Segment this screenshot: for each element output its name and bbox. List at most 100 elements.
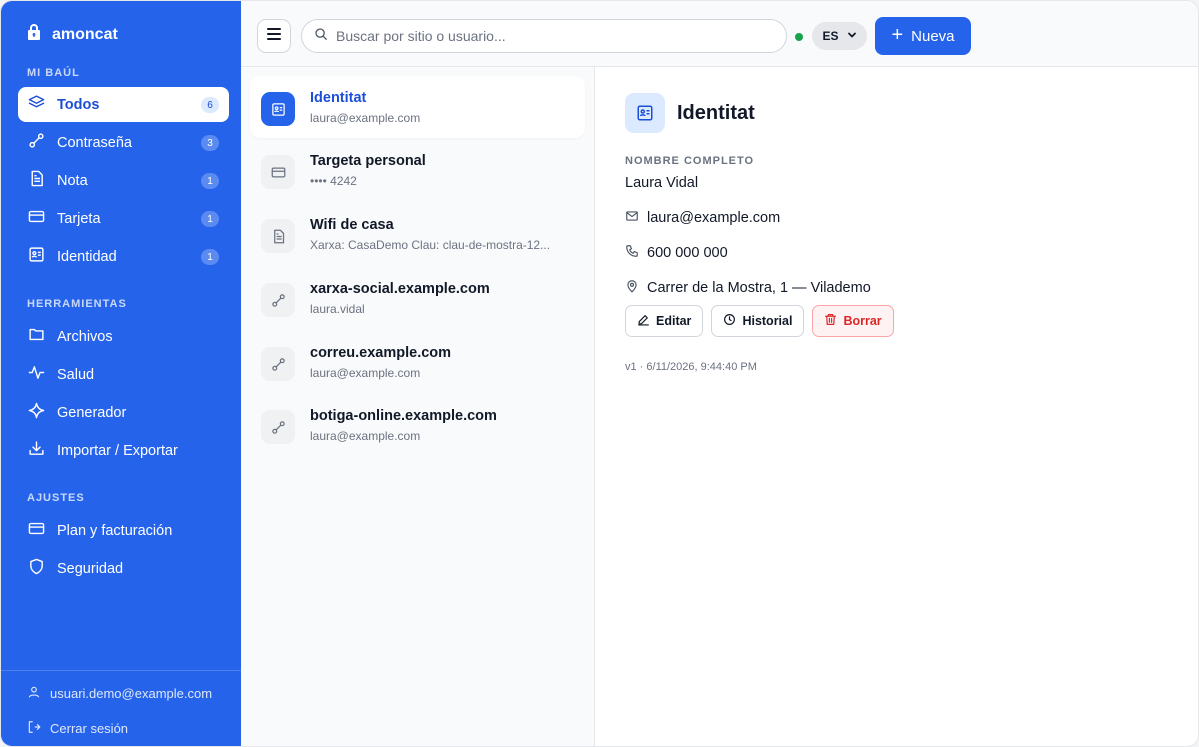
item-title: xarxa-social.example.com — [310, 281, 490, 297]
id-card-icon — [261, 92, 295, 126]
hamburger-icon — [267, 27, 281, 45]
edit-button[interactable]: Editar — [625, 305, 704, 337]
edit-label: Editar — [656, 314, 692, 328]
item-title: Targeta personal — [310, 153, 426, 169]
delete-label: Borrar — [843, 314, 882, 328]
app-name: amoncat — [52, 25, 118, 43]
version-meta: v1 · 6/11/2026, 9:44:40 PM — [625, 361, 757, 373]
pencil-icon — [637, 313, 650, 329]
new-item-label: Nueva — [911, 27, 955, 45]
user-account[interactable]: usuari.demo@example.com — [27, 685, 212, 702]
section-label-tools: HERRAMIENTAS — [27, 298, 127, 310]
sidebar-item-label: Seguridad — [57, 560, 124, 577]
folder-icon — [28, 326, 45, 347]
card-icon — [261, 155, 295, 189]
sidebar-item-generador[interactable]: Generador — [18, 395, 229, 430]
menu-button[interactable] — [257, 19, 291, 53]
sidebar-item-tarjeta[interactable]: Tarjeta 1 — [18, 201, 229, 236]
phone-value: 600 000 000 — [647, 245, 728, 261]
list-item[interactable]: botiga-online.example.com laura@example.… — [250, 394, 585, 456]
sidebar-item-todos[interactable]: Todos 6 — [18, 87, 229, 122]
count-badge: 6 — [201, 97, 219, 113]
card-icon — [28, 208, 45, 229]
sidebar-item-label: Todos — [57, 96, 100, 113]
map-pin-icon — [625, 279, 639, 297]
link-icon — [261, 347, 295, 381]
list-item[interactable]: Identitat laura@example.com — [250, 76, 585, 138]
sidebar-item-importar-exportar[interactable]: Importar / Exportar — [18, 433, 229, 468]
sidebar: amoncat MI BAÚL Todos 6 Contraseña 3 Not… — [1, 1, 241, 746]
sidebar-item-label: Identidad — [57, 248, 117, 265]
sidebar-item-salud[interactable]: Salud — [18, 357, 229, 392]
detail-panel: Identitat NOMBRE COMPLETO Laura Vidal la… — [595, 67, 1198, 746]
clock-icon — [723, 313, 736, 329]
sidebar-item-label: Archivos — [57, 328, 113, 345]
item-subtitle: laura@example.com — [310, 429, 421, 443]
item-subtitle: laura.vidal — [310, 302, 365, 316]
topbar: ES + Nueva — [241, 1, 1198, 67]
sidebar-item-label: Importar / Exportar — [57, 442, 178, 459]
sidebar-item-identidad[interactable]: Identidad 1 — [18, 239, 229, 274]
logout-button[interactable]: Cerrar sesión — [27, 720, 128, 737]
id-card-icon — [625, 93, 665, 133]
sidebar-item-label: Tarjeta — [57, 210, 101, 227]
sidebar-item-contrasena[interactable]: Contraseña 3 — [18, 125, 229, 160]
note-icon — [28, 170, 45, 191]
link-icon — [261, 283, 295, 317]
trash-icon — [824, 313, 837, 329]
download-icon — [28, 440, 45, 461]
chevron-down-icon — [847, 29, 857, 43]
online-status-dot — [795, 33, 803, 41]
link-icon — [28, 132, 45, 153]
mail-icon — [625, 209, 639, 227]
section-label-settings: AJUSTES — [27, 492, 85, 504]
count-badge: 1 — [201, 211, 219, 227]
phone-icon — [625, 244, 639, 262]
search-icon — [314, 27, 328, 46]
sidebar-item-nota[interactable]: Nota 1 — [18, 163, 229, 198]
search-bar[interactable] — [301, 19, 787, 53]
search-input[interactable] — [336, 28, 776, 44]
section-label-vault: MI BAÚL — [27, 67, 80, 79]
item-subtitle: •••• 4242 — [310, 174, 357, 188]
count-badge: 3 — [201, 135, 219, 151]
email-value: laura@example.com — [647, 210, 781, 226]
list-item[interactable]: Targeta personal •••• 4242 — [250, 139, 585, 201]
user-email: usuari.demo@example.com — [50, 686, 213, 701]
item-title: botiga-online.example.com — [310, 408, 497, 424]
phone-row: 600 000 000 — [625, 244, 728, 262]
address-row: Carrer de la Mostra, 1 — Vilademo — [625, 279, 871, 297]
history-label: Historial — [742, 314, 793, 328]
language-select[interactable]: ES — [812, 22, 867, 50]
email-row: laura@example.com — [625, 209, 780, 227]
sidebar-item-label: Nota — [57, 172, 88, 189]
shield-icon — [28, 558, 45, 579]
address-value: Carrer de la Mostra, 1 — Vilademo — [647, 280, 871, 296]
delete-button[interactable]: Borrar — [812, 305, 894, 337]
item-title: Wifi de casa — [310, 217, 394, 233]
sidebar-item-label: Plan y facturación — [57, 522, 173, 539]
card-icon — [28, 520, 45, 541]
sidebar-item-archivos[interactable]: Archivos — [18, 319, 229, 354]
items-list: Identitat laura@example.com Targeta pers… — [241, 67, 595, 746]
item-subtitle: Xarxa: CasaDemo Clau: clau-de-mostra-12.… — [310, 238, 551, 252]
lock-icon — [26, 23, 42, 46]
pulse-icon — [28, 364, 45, 385]
list-item[interactable]: correu.example.com laura@example.com — [250, 331, 585, 393]
list-item[interactable]: xarxa-social.example.com laura.vidal — [250, 267, 585, 329]
brand[interactable]: amoncat — [26, 23, 118, 46]
count-badge: 1 — [201, 249, 219, 265]
new-item-button[interactable]: + Nueva — [875, 17, 971, 55]
full-name-label: NOMBRE COMPLETO — [625, 155, 755, 167]
link-icon — [261, 410, 295, 444]
detail-actions: Editar Historial Borrar — [625, 305, 894, 337]
sidebar-item-label: Generador — [57, 404, 127, 421]
sidebar-item-plan[interactable]: Plan y facturación — [18, 513, 229, 548]
sidebar-item-seguridad[interactable]: Seguridad — [18, 551, 229, 586]
detail-title: Identitat — [677, 102, 755, 124]
history-button[interactable]: Historial — [711, 305, 805, 337]
sparkle-icon — [28, 402, 45, 423]
app-window: amoncat MI BAÚL Todos 6 Contraseña 3 Not… — [0, 0, 1199, 747]
full-name-value: Laura Vidal — [625, 175, 699, 191]
list-item[interactable]: Wifi de casa Xarxa: CasaDemo Clau: clau-… — [250, 203, 585, 265]
